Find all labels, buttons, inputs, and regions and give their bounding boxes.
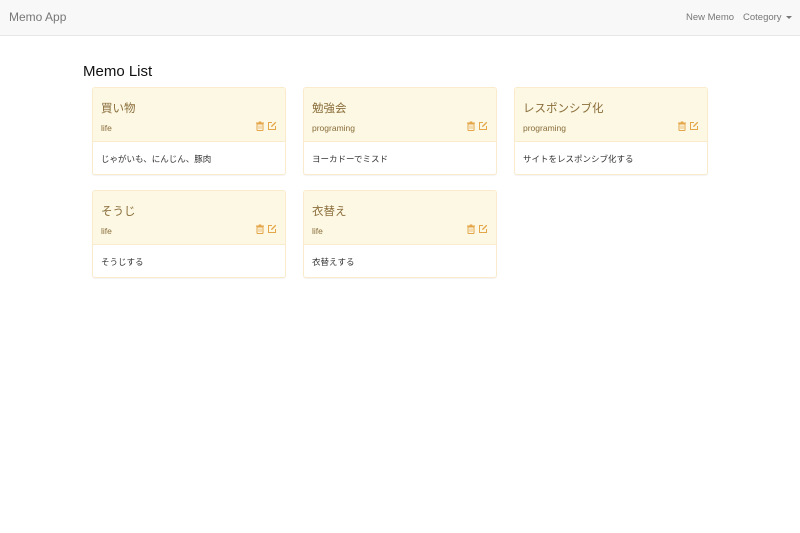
trash-icon[interactable] — [255, 224, 265, 234]
memo-category: programing — [523, 123, 566, 133]
memo-title: 買い物 — [101, 101, 136, 115]
caret-down-icon — [785, 15, 792, 19]
memo-card-heading: 衣替え life — [304, 191, 496, 245]
memo-body: じゃがいも、にんじん、豚肉 — [101, 155, 212, 165]
memo-body: ヨーカドーでミスド — [312, 155, 388, 165]
memo-title: 勉強会 — [312, 101, 347, 115]
trash-icon[interactable] — [255, 121, 265, 131]
edit-icon[interactable] — [267, 121, 277, 131]
memo-title: そうじ — [101, 204, 136, 218]
memo-body: そうじする — [101, 258, 144, 268]
memo-body: サイトをレスポンシブ化する — [523, 155, 634, 165]
memo-card-heading: レスポンシブ化 programing — [515, 88, 707, 142]
memo-actions — [466, 224, 488, 234]
category-dropdown[interactable]: Cotegory — [743, 12, 792, 23]
trash-icon[interactable] — [466, 224, 476, 234]
memo-card: 勉強会 programing ヨーカドーでミスド — [303, 87, 497, 175]
memo-category: programing — [312, 123, 355, 133]
memo-card-heading: 買い物 life — [93, 88, 285, 142]
memo-category: life — [312, 226, 323, 236]
memo-actions — [466, 121, 488, 131]
edit-icon[interactable] — [478, 121, 488, 131]
memo-card: レスポンシブ化 programing サイトをレスポンシブ化する — [514, 87, 708, 175]
edit-icon[interactable] — [478, 224, 488, 234]
memo-category: life — [101, 123, 112, 133]
memo-card-heading: 勉強会 programing — [304, 88, 496, 142]
memo-body: 衣替えする — [312, 258, 355, 268]
trash-icon[interactable] — [466, 121, 476, 131]
new-memo-link[interactable]: New Memo — [686, 12, 734, 23]
memo-title: 衣替え — [312, 204, 347, 218]
page-title: Memo List — [83, 63, 153, 80]
memo-title: レスポンシブ化 — [523, 101, 604, 115]
edit-icon[interactable] — [267, 224, 277, 234]
navbar: Memo App New Memo Cotegory — [0, 0, 800, 36]
brand-link[interactable]: Memo App — [9, 10, 66, 24]
trash-icon[interactable] — [677, 121, 687, 131]
memo-card: そうじ life そうじする — [92, 190, 286, 278]
memo-actions — [677, 121, 699, 131]
memo-card: 買い物 life じゃがいも、にんじん、豚肉 — [92, 87, 286, 175]
memo-card-heading: そうじ life — [93, 191, 285, 245]
memo-category: life — [101, 226, 112, 236]
memo-actions — [255, 121, 277, 131]
memo-card: 衣替え life 衣替えする — [303, 190, 497, 278]
category-dropdown-label: Cotegory — [743, 12, 782, 23]
memo-actions — [255, 224, 277, 234]
edit-icon[interactable] — [689, 121, 699, 131]
